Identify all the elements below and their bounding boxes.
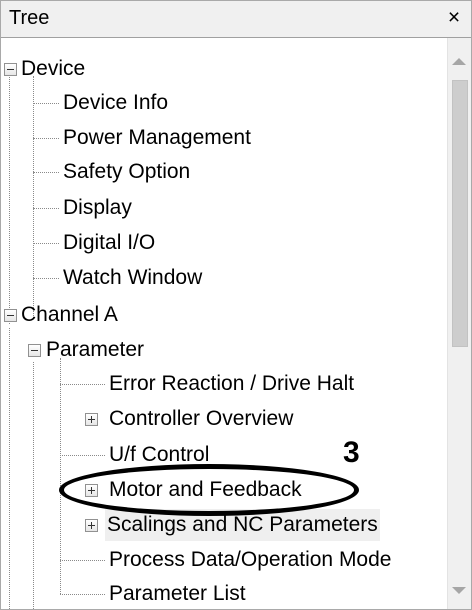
- collapse-icon[interactable]: [4, 63, 17, 76]
- tree-node-power-management[interactable]: Power Management: [61, 122, 253, 154]
- tree-node-parameter-list[interactable]: Parameter List: [107, 578, 248, 609]
- tree-line: [33, 208, 59, 209]
- tree-line: [33, 243, 59, 244]
- tree-line: [9, 74, 10, 324]
- tree-line: [60, 384, 105, 385]
- tree-node-device[interactable]: Device: [19, 53, 87, 85]
- annotation-ellipse: [59, 464, 359, 516]
- tree-node-digital-io[interactable]: Digital I/O: [61, 227, 157, 259]
- tree-line: [60, 560, 105, 561]
- tree-line: [60, 455, 105, 456]
- tree-line: [33, 76, 34, 318]
- annotation-number: 3: [343, 436, 360, 469]
- tree-node-parameter[interactable]: Parameter: [44, 334, 146, 366]
- collapse-icon[interactable]: [4, 309, 17, 322]
- scrollbar-thumb[interactable]: [452, 80, 468, 347]
- panel-title-bar: Tree ×: [1, 1, 471, 38]
- tree-node-safety-option[interactable]: Safety Option: [61, 156, 192, 188]
- scroll-up-arrow-icon[interactable]: [452, 58, 466, 65]
- tree-panel: Tree × Device Device Info Power Manageme…: [0, 0, 472, 610]
- tree-line: [33, 138, 59, 139]
- scroll-down-arrow-icon[interactable]: [452, 587, 466, 594]
- tree-node-display[interactable]: Display: [61, 192, 134, 224]
- tree-line: [60, 594, 105, 595]
- tree-node-error-reaction[interactable]: Error Reaction / Drive Halt: [107, 368, 356, 400]
- tree-node-process-data-operation-mode[interactable]: Process Data/Operation Mode: [107, 544, 393, 576]
- vertical-scrollbar[interactable]: [447, 38, 471, 609]
- tree-node-channel-a[interactable]: Channel A: [19, 299, 120, 331]
- close-icon[interactable]: ×: [443, 5, 465, 31]
- tree-node-watch-window[interactable]: Watch Window: [61, 262, 204, 294]
- tree-node-device-info[interactable]: Device Info: [61, 87, 170, 119]
- tree-line: [60, 358, 61, 594]
- tree-line: [33, 362, 34, 609]
- expand-icon[interactable]: [85, 413, 98, 426]
- tree-line: [33, 278, 59, 279]
- tree-line: [9, 328, 10, 609]
- tree-view[interactable]: Device Device Info Power Management Safe…: [1, 38, 447, 609]
- tree-line: [33, 172, 59, 173]
- expand-icon[interactable]: [85, 519, 98, 532]
- tree-node-controller-overview[interactable]: Controller Overview: [107, 403, 295, 435]
- panel-title: Tree: [9, 7, 50, 29]
- collapse-icon[interactable]: [28, 344, 41, 357]
- tree-line: [33, 103, 59, 104]
